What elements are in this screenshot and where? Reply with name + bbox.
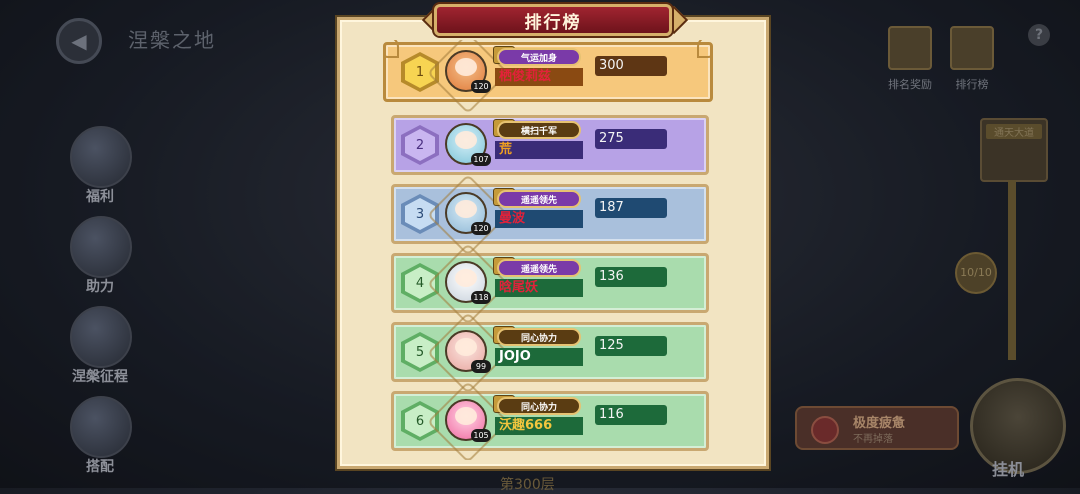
back-arrow-icon: ◀ [71,29,87,53]
rank-reward-label: 排名奖励 [888,78,932,91]
menu-match[interactable]: 搭配 [60,394,140,484]
progress-pole [1008,180,1016,360]
player-score: 136 [595,267,667,287]
honor-badge: 遥遥领先 [497,259,581,277]
menu-match-label: 搭配 [86,459,114,475]
house-icon [70,126,132,188]
ranking-list[interactable]: 1 120 气运加身 栖俊莉兹 300 2 107 横扫千军 荒 275 3 1… [383,40,713,460]
book-icon [70,306,132,368]
player-name: 栖俊莉兹 [495,68,583,86]
player-score: 125 [595,336,667,356]
menu-welfare-label: 福利 [86,189,114,205]
handshake-icon [70,216,132,278]
honor-badge: 同心协力 [497,397,581,415]
menu-welfare[interactable]: 福利 [60,124,140,214]
trophy-gift-icon [950,26,994,70]
back-button[interactable]: ◀ [56,18,102,64]
player-level: 105 [471,429,491,442]
player-name: 晗尾妖 [495,279,583,297]
player-level: 99 [471,360,491,373]
player-name: 荒 [495,141,583,159]
player-level: 120 [471,80,491,93]
fatigue-subtitle: 不再掉落 [853,434,893,445]
left-menu: 福利 助力 涅槃征程 搭配 [60,124,140,484]
corner-ornament-icon [697,40,713,58]
ranking-label: 排行榜 [955,78,989,91]
rank-row-5[interactable]: 5 99 同心协力 JOJO 125 [383,311,713,395]
rank-row-3[interactable]: 3 120 遥遥领先 曼波 187 [383,173,713,257]
rank-row-2[interactable]: 2 107 横扫千军 荒 275 [383,113,713,177]
ranking-button[interactable]: 排行榜 [950,26,994,92]
player-level: 120 [471,222,491,235]
panel-title: 排行榜 [524,12,582,33]
honor-badge: 同心协力 [497,328,581,346]
menu-assist-label: 助力 [86,279,114,295]
player-name: JOJO [495,348,583,366]
menu-journey-label: 涅槃征程 [72,369,128,385]
tower-label: 通天大道 [986,124,1042,139]
menu-journey[interactable]: 涅槃征程 [60,304,140,394]
player-score: 300 [595,56,667,76]
tower-icon[interactable]: 通天大道 [980,118,1048,182]
rank-row-6[interactable]: 6 105 同心协力 沃趣666 116 [383,380,713,460]
idle-label: 挂机 [992,460,1025,479]
rank-reward-button[interactable]: 排名奖励 [888,26,932,92]
progress-badge: 10/10 [955,252,997,294]
honor-badge: 遥遥领先 [497,190,581,208]
stage-floor-label: 第300层 [500,477,555,493]
help-button[interactable]: ? [1028,24,1050,46]
player-score: 187 [595,198,667,218]
player-level: 118 [471,291,491,304]
menu-assist[interactable]: 助力 [60,214,140,304]
player-score: 116 [595,405,667,425]
fatigue-banner: 极度疲惫 不再掉落 [795,406,959,450]
player-score: 275 [595,129,667,149]
fatigue-icon [811,416,839,444]
player-level: 107 [471,153,491,166]
player-name: 沃趣666 [495,417,583,435]
fatigue-title: 极度疲惫 [853,416,906,431]
player-name: 曼波 [495,210,583,228]
gift-icon [888,26,932,70]
rank-row-4[interactable]: 4 118 遥遥领先 晗尾妖 136 [383,242,713,326]
honor-badge: 横扫千军 [497,121,581,139]
cards-icon [70,396,132,458]
corner-ornament-icon [383,40,399,58]
panel-title-banner: 排行榜 [434,4,672,36]
honor-badge: 气运加身 [497,48,581,66]
scene-title: 涅槃之地 [128,28,216,52]
rank-row-1[interactable]: 1 120 气运加身 栖俊莉兹 300 [383,40,713,115]
